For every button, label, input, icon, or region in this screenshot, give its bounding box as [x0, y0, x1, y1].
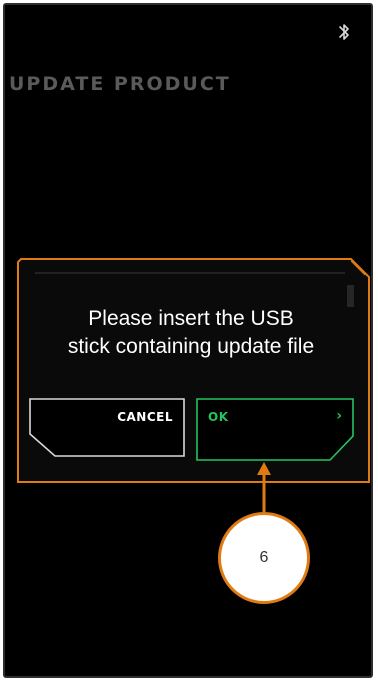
callout-arrow: [257, 462, 271, 512]
callout-number: 6: [259, 549, 269, 566]
arrow-head: [257, 462, 271, 475]
callout-badge: 6: [218, 512, 310, 604]
